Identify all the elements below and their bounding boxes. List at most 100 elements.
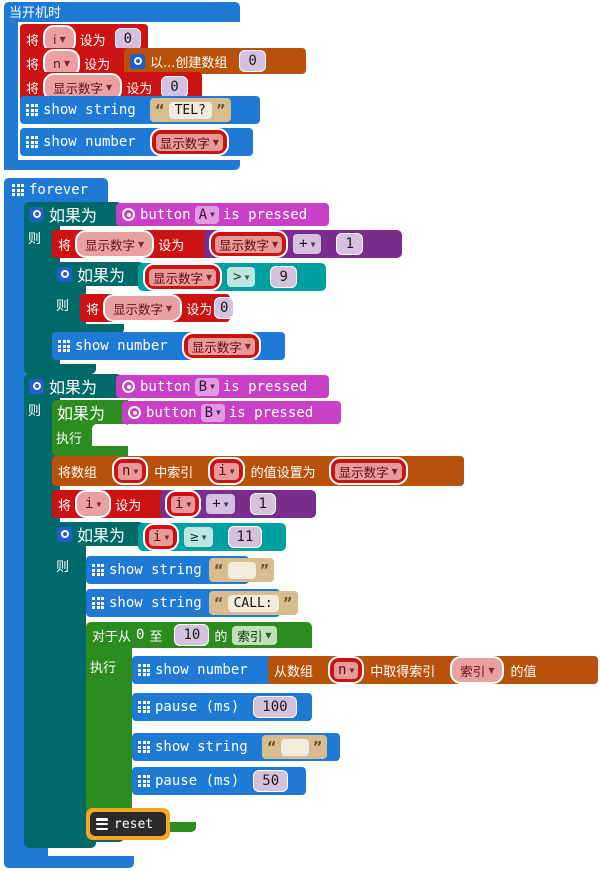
forever-header[interactable]: forever (4, 178, 108, 202)
for-loop-cblock[interactable] (86, 622, 132, 832)
input-plug-icon (101, 463, 108, 479)
number-input[interactable]: 11 (227, 526, 263, 548)
set-verb: 将 (26, 81, 40, 97)
button-select-a[interactable]: A ▼ (194, 205, 219, 224)
chevron-down-icon: ▼ (391, 466, 398, 476)
if-button-a-header[interactable]: 如果为 (24, 202, 122, 226)
block-show-number-array-value[interactable]: show number (132, 656, 280, 684)
for-part3: 的 (214, 629, 228, 645)
compare-display-gt-9[interactable]: 显示数字 ▼ > ▼ 9 (138, 263, 326, 291)
if-button-b-header[interactable]: 如果为 (24, 374, 122, 398)
variable-reporter-display[interactable]: 显示数字 ▼ (149, 128, 229, 156)
inner-if-display-gt9-header[interactable]: 如果为 (52, 262, 144, 286)
block-reset-display-to-0[interactable]: 将 显示数字 ▼ 设为 0 (80, 294, 235, 322)
do-label-green: 执行 (56, 432, 83, 447)
cond-button-b-pressed-inner[interactable]: button B ▼ is pressed (122, 401, 341, 424)
variable-reporter-i[interactable]: i ▼ (165, 490, 202, 518)
cond-button-b-pressed[interactable]: button B ▼ is pressed (116, 375, 329, 398)
variable-reporter-display[interactable]: 显示数字 ▼ (181, 332, 261, 360)
variable-reporter-i[interactable]: i ▼ (143, 523, 180, 551)
gear-icon[interactable] (57, 526, 72, 542)
math-add-i-1[interactable]: i ▼ + ▼ 1 (160, 490, 316, 518)
chevron-down-icon: ▼ (212, 137, 219, 147)
pause-value-input[interactable]: 100 (253, 696, 297, 718)
input-plug-icon (174, 338, 181, 354)
string-value[interactable] (227, 561, 256, 579)
variable-reporter-n[interactable]: n ▼ (328, 656, 365, 684)
block-show-number-display[interactable]: show number 显示数字 ▼ (20, 128, 253, 156)
string-input[interactable]: “ TEL? ” (149, 98, 231, 122)
button-select-b[interactable]: B ▼ (194, 377, 219, 396)
string-input[interactable]: “ CALL: ” (208, 591, 298, 615)
block-show-string-call[interactable]: show string “ CALL: ” (86, 589, 298, 617)
chevron-down-icon: ▼ (63, 58, 71, 68)
variable-reporter-i[interactable]: i ▼ (208, 457, 245, 485)
operator-select[interactable]: + ▼ (293, 234, 322, 254)
block-create-array[interactable]: 以...创建数组 0 (124, 48, 306, 74)
number-input[interactable]: 0 (161, 76, 188, 98)
operator-select[interactable]: + ▼ (206, 494, 235, 514)
string-input[interactable]: “ ” (208, 558, 275, 582)
for-index-variable-select[interactable]: 索引 ▼ (232, 625, 277, 645)
variable-reporter-n[interactable]: n ▼ (112, 457, 149, 485)
for-from-value: 0 (136, 627, 145, 643)
string-input[interactable]: “ ” (261, 735, 328, 759)
number-input[interactable]: 0 (214, 297, 235, 319)
math-add-display-1[interactable]: 显示数字 ▼ + ▼ 1 (204, 230, 402, 258)
string-value[interactable] (280, 738, 309, 756)
block-pause-50[interactable]: pause (ms) 50 (132, 767, 306, 795)
string-value[interactable]: CALL: (227, 594, 279, 612)
variable-reporter-display[interactable]: 显示数字 ▼ (209, 230, 289, 258)
reset-label: reset (114, 816, 154, 832)
for-loop-header[interactable]: 对于从 0 至 10 的 索引 ▼ (86, 622, 312, 648)
led-grid-icon (12, 184, 24, 196)
number-input[interactable]: 1 (336, 233, 363, 255)
set-assign: 设为 (126, 81, 153, 97)
input-plug-icon (142, 134, 149, 150)
led-grid-icon (138, 701, 150, 713)
block-show-string-tel[interactable]: show string “ TEL? ” (20, 96, 260, 124)
compare-i-ge-11[interactable]: i ▼ ≥ ▼ 11 (138, 523, 286, 551)
block-array-set-value[interactable]: 将数组 n ▼ 中索引 i ▼ 的值设置为 显示数字 ▼ (52, 456, 464, 486)
variable-reporter-display[interactable]: 显示数字 ▼ (328, 457, 408, 485)
pause-value-input[interactable]: 50 (253, 770, 289, 792)
comparison-operator-select[interactable]: > ▼ (227, 267, 256, 287)
block-set-display-increment[interactable]: 将 显示数字 ▼ 设为 (52, 230, 222, 258)
block-show-string-blank-2[interactable]: show string “ ” (132, 733, 340, 761)
variable-reporter-display[interactable]: 显示数字 ▼ (143, 263, 223, 291)
gear-icon[interactable] (130, 53, 145, 69)
inner-if-i-ge-11-header[interactable]: 如果为 (52, 522, 144, 546)
number-input[interactable]: 1 (249, 493, 276, 515)
block-array-get-value[interactable]: 从数组 n ▼ 中取得索引 索引 ▼ 的值 (268, 656, 598, 684)
variable-field-display[interactable]: 显示数字 ▼ (75, 230, 155, 258)
quote-close-icon: ” (215, 100, 226, 119)
gear-icon[interactable] (57, 266, 72, 282)
variable-reporter-index[interactable]: 索引 ▼ (450, 656, 505, 684)
block-show-string-blank-1[interactable]: show string “ ” (86, 556, 275, 584)
variable-field-i[interactable]: i ▼ (75, 490, 112, 518)
for-to-input[interactable]: 10 (174, 624, 210, 646)
chevron-down-icon: ▼ (265, 630, 272, 640)
on-start-label: 当开机时 (9, 6, 62, 21)
array-size-input[interactable]: 0 (239, 50, 266, 72)
comparison-operator-select[interactable]: ≥ ▼ (184, 527, 213, 547)
radio-target-icon (128, 406, 141, 419)
block-pause-100[interactable]: pause (ms) 100 (132, 693, 312, 721)
block-show-number-a[interactable]: show number 显示数字 ▼ (52, 332, 285, 360)
variable-field-display[interactable]: 显示数字 ▼ (103, 294, 183, 322)
show-string-label: show string (109, 562, 202, 578)
block-reset[interactable]: reset (90, 812, 166, 836)
gear-icon[interactable] (29, 206, 44, 222)
gear-icon[interactable] (29, 378, 44, 394)
chevron-down-icon: ▼ (138, 239, 145, 249)
block-set-i-increment[interactable]: 将 i ▼ 设为 (52, 490, 166, 518)
input-plug-icon (197, 463, 204, 479)
number-input[interactable]: 9 (270, 266, 297, 288)
create-array-label: 以...创建数组 (150, 55, 228, 71)
chevron-down-icon: ▼ (186, 499, 192, 509)
string-value[interactable]: TEL? (168, 101, 212, 119)
number-input[interactable]: 0 (114, 28, 142, 50)
button-select-b-inner[interactable]: B ▼ (200, 403, 225, 422)
green-if-header[interactable]: 如果为 (52, 400, 128, 424)
cond-button-a-pressed[interactable]: button A ▼ is pressed (116, 203, 329, 226)
